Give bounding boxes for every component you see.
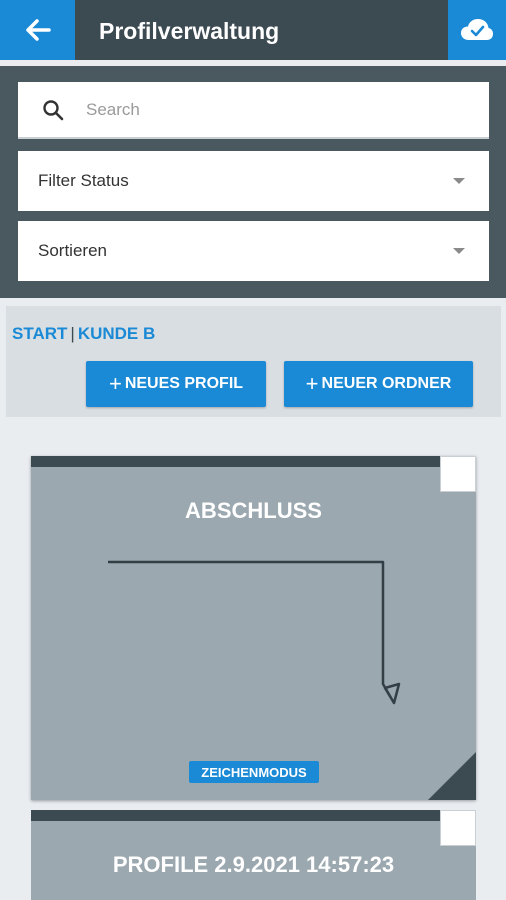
cloud-check-icon bbox=[461, 19, 493, 40]
profile-drawing-preview bbox=[108, 560, 401, 705]
profile-card[interactable]: ABSCHLUSS ZEICHENMODUS bbox=[31, 456, 476, 800]
card-title: PROFILE 2.9.2021 14:57:23 bbox=[112, 852, 395, 877]
filter-status-select[interactable]: Filter Status bbox=[18, 151, 489, 211]
new-profile-label: NEUES PROFIL bbox=[124, 375, 244, 392]
breadcrumb-panel: START | KUNDE B + NEUES PROFIL + NEUER ORD… bbox=[6, 306, 501, 417]
card-checkbox[interactable] bbox=[440, 810, 476, 846]
filter-status-label: Filter Status bbox=[38, 171, 129, 190]
card-topbar bbox=[31, 810, 476, 821]
breadcrumb: START | KUNDE B bbox=[12, 324, 155, 344]
plus-icon: + bbox=[108, 371, 122, 396]
new-profile-button[interactable]: + NEUES PROFIL bbox=[86, 361, 266, 407]
search-box[interactable] bbox=[18, 82, 489, 139]
plus-icon: + bbox=[305, 371, 319, 396]
app-bar: Profilverwaltung bbox=[0, 0, 506, 60]
search-icon bbox=[43, 100, 64, 121]
arrow-left-icon bbox=[25, 19, 51, 41]
corner-fold bbox=[428, 752, 476, 800]
sort-label: Sortieren bbox=[38, 241, 107, 260]
new-folder-label: NEUER ORDNER bbox=[321, 375, 452, 392]
chevron-down-icon bbox=[453, 178, 465, 184]
filter-panel: Filter Status Sortieren bbox=[0, 66, 506, 298]
profile-card[interactable]: PROFILE 2.9.2021 14:57:23 bbox=[31, 810, 476, 900]
back-button[interactable] bbox=[0, 0, 75, 60]
chevron-down-icon bbox=[453, 248, 465, 254]
mode-badge: ZEICHENMODUS bbox=[189, 761, 319, 783]
search-input[interactable] bbox=[86, 94, 476, 126]
breadcrumb-item-start[interactable]: START bbox=[12, 324, 67, 343]
breadcrumb-item-kunde-b[interactable]: KUNDE B bbox=[78, 324, 155, 343]
cloud-sync-button[interactable] bbox=[448, 0, 506, 60]
page-title: Profilverwaltung bbox=[99, 18, 280, 44]
new-folder-button[interactable]: + NEUER ORDNER bbox=[284, 361, 473, 407]
breadcrumb-separator: | bbox=[70, 324, 75, 343]
sort-select[interactable]: Sortieren bbox=[18, 221, 489, 281]
